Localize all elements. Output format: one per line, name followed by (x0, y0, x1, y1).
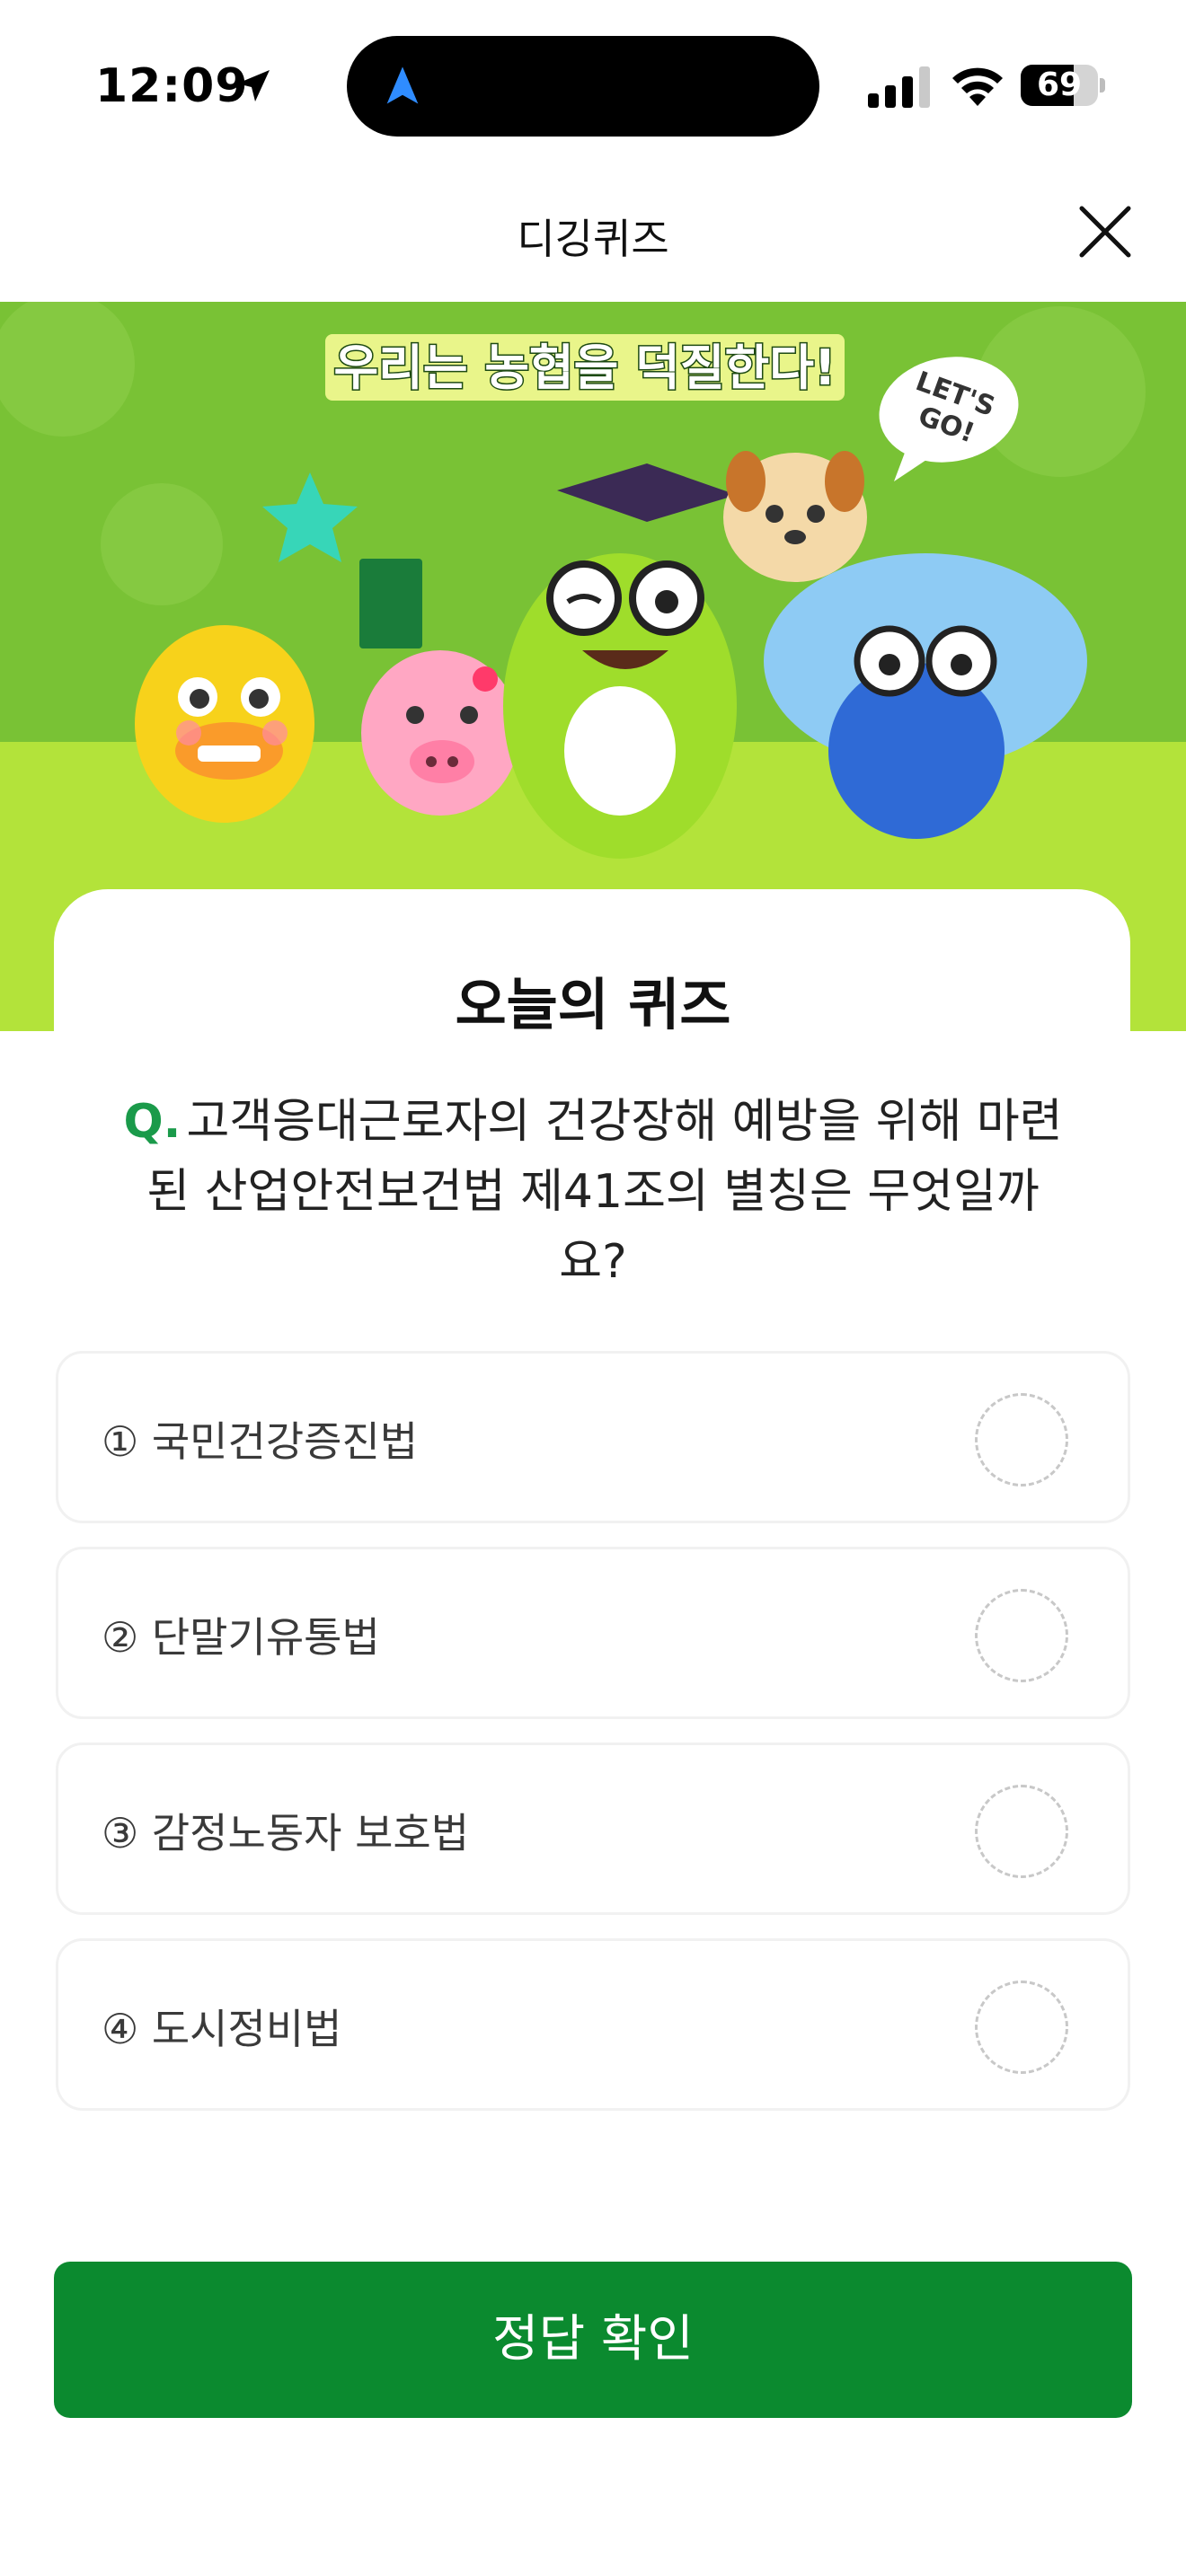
option-2[interactable]: ② 단말기유통법 (56, 1547, 1130, 1719)
option-radio[interactable] (975, 1981, 1068, 2074)
option-1[interactable]: ① 국민건강증진법 (56, 1351, 1130, 1523)
dynamic-island (347, 36, 819, 137)
option-label: ③ 감정노동자 보호법 (102, 1809, 470, 1857)
submit-answer-button[interactable]: 정답 확인 (54, 2262, 1132, 2418)
question-mark: Q. (123, 1095, 181, 1149)
navigation-arrow-icon (386, 66, 419, 104)
battery-icon: 69 (1021, 65, 1105, 106)
status-bar: 12:09 69 (0, 0, 1186, 171)
location-arrow-icon (237, 70, 270, 101)
option-3[interactable]: ③ 감정노동자 보호법 (56, 1742, 1130, 1915)
question: Q. 고객응대근로자의 건강장해 예방을 위해 마련된 산업안전보건법 제41조의… (117, 1087, 1069, 1297)
pig-character (361, 650, 519, 816)
battery-level: 69 (1036, 66, 1083, 103)
option-label: ④ 도시정비법 (102, 2005, 342, 2053)
banner-headline: 우리는 농협을 덕질한다! (333, 340, 836, 396)
quiz-title: 오늘의 퀴즈 (0, 959, 1186, 1040)
app-header: 디깅퀴즈 (0, 171, 1186, 302)
cellular-signal-icon (868, 66, 930, 108)
close-icon[interactable] (1071, 198, 1139, 266)
question-text: 고객응대근로자의 건강장해 예방을 위해 마련된 산업안전보건법 제41조의 별… (146, 1095, 1063, 1289)
wifi-icon (952, 67, 1003, 106)
page-title: 디깅퀴즈 (517, 215, 669, 263)
dog-character (723, 451, 867, 582)
option-radio[interactable] (975, 1589, 1068, 1682)
option-4[interactable]: ④ 도시정비법 (56, 1938, 1130, 2111)
status-time: 12:09 (95, 59, 249, 113)
quiz-title-text: 오늘의 퀴즈 (455, 972, 731, 1037)
option-label: ② 단말기유통법 (102, 1613, 380, 1662)
option-label: ① 국민건강증진법 (102, 1417, 419, 1466)
option-radio[interactable] (975, 1393, 1068, 1486)
option-radio[interactable] (975, 1785, 1068, 1878)
